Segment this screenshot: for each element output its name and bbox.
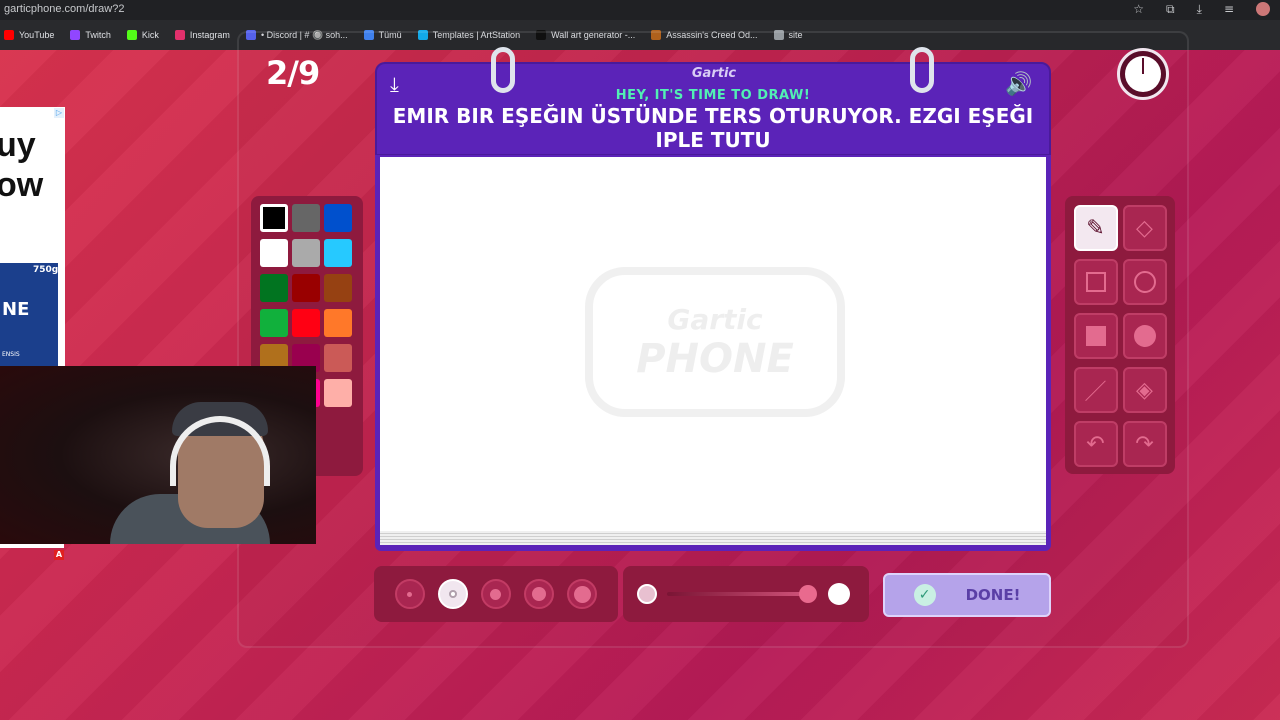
fill-bucket-icon: ◈ <box>1136 377 1153 403</box>
bookmark-label: Kick <box>141 30 159 40</box>
profile-avatar[interactable] <box>1256 2 1270 16</box>
draw-subtitle: HEY, IT'S TIME TO DRAW! <box>615 88 811 103</box>
watermark-top: Gartic <box>667 302 763 336</box>
drawing-prompt: EMIR BIR EŞEĞIN ÜSTÜNDE TERS OTURUYOR. E… <box>392 104 1034 152</box>
browser-toolbar-icons: ☆ ⧉ ⤓ ≡ <box>1133 2 1270 17</box>
ad-headline-line2: ow <box>0 166 44 204</box>
ellipse-filled-tool[interactable] <box>1122 313 1167 359</box>
extensions-icon[interactable]: ⧉ <box>1166 2 1175 17</box>
color-swatch[interactable] <box>324 309 352 337</box>
bookmark-label: Instagram <box>189 30 230 40</box>
done-button[interactable]: ✓ DONE! <box>883 573 1051 617</box>
url-text[interactable]: garticphone.com/draw?2 <box>4 3 124 15</box>
rectangle-outline-icon <box>1085 272 1106 292</box>
brush-size-dot-icon <box>407 591 413 597</box>
ad-headline: uy ow <box>0 125 43 205</box>
brush-size-dot-icon <box>448 590 457 598</box>
round-counter: 2/9 <box>266 54 320 92</box>
gartic-phone-watermark: Gartic PHONE <box>585 267 845 417</box>
pencil-icon: ✎ <box>1086 215 1105 241</box>
done-label: DONE! <box>965 586 1021 604</box>
advertisement[interactable]: uy ow 750g NE ENSIS <box>0 107 65 367</box>
color-swatch[interactable] <box>324 344 352 372</box>
canvas-pages-edge <box>380 531 1046 545</box>
ad-weight: 750g <box>33 265 59 275</box>
opacity-handle[interactable] <box>799 585 817 603</box>
color-swatch[interactable] <box>292 274 320 302</box>
binder-ring-right <box>910 47 934 93</box>
opacity-track[interactable] <box>667 592 807 596</box>
color-swatch[interactable] <box>324 274 352 302</box>
color-swatch[interactable] <box>324 379 352 407</box>
bookmark-favicon-icon <box>174 30 185 40</box>
brush-size-dot-icon <box>573 585 591 603</box>
bookmark-item[interactable]: YouTube <box>4 30 54 40</box>
eraser-tool[interactable]: ◇ <box>1122 205 1167 251</box>
rectangle-filled-icon <box>1085 326 1106 346</box>
ad-headline-line1: uy <box>0 126 36 164</box>
color-swatch[interactable] <box>324 204 352 232</box>
undo-icon: ↶ <box>1086 431 1105 457</box>
brush-size-button[interactable] <box>567 579 598 609</box>
canvas-frame: Gartic PHONE <box>375 155 1051 551</box>
redo-tool[interactable]: ↷ <box>1122 421 1167 467</box>
media-icon[interactable]: ≡ <box>1224 2 1234 17</box>
ad-choices-icon[interactable]: ▷ <box>54 108 64 118</box>
ellipse-filled-icon <box>1133 325 1156 347</box>
bookmark-item[interactable]: Kick <box>126 30 159 40</box>
watermark-bottom: PHONE <box>636 335 794 382</box>
opacity-max-icon <box>828 583 850 605</box>
color-swatch[interactable] <box>260 204 288 232</box>
webcam-bar <box>0 544 64 548</box>
color-swatch[interactable] <box>292 204 320 232</box>
color-swatch[interactable] <box>292 239 320 267</box>
check-icon: ✓ <box>913 584 936 606</box>
pencil-tool[interactable]: ✎ <box>1073 205 1118 251</box>
ellipse-outline-icon <box>1133 271 1156 293</box>
brush-size-button[interactable] <box>437 579 468 609</box>
eraser-icon: ◇ <box>1136 215 1153 241</box>
bookmark-favicon-icon <box>70 30 81 40</box>
bookmark-favicon-icon <box>126 30 137 40</box>
ellipse-outline-tool[interactable] <box>1122 259 1167 305</box>
color-swatch[interactable] <box>292 309 320 337</box>
bookmark-item[interactable]: Twitch <box>70 30 111 40</box>
undo-tool[interactable]: ↶ <box>1073 421 1118 467</box>
ad-brand: NE <box>2 299 30 320</box>
rectangle-filled-tool[interactable] <box>1073 313 1118 359</box>
fill-bucket-tool[interactable]: ◈ <box>1122 367 1167 413</box>
brush-size-button[interactable] <box>524 579 555 609</box>
drawing-canvas[interactable]: Gartic PHONE <box>380 157 1046 531</box>
opacity-slider[interactable] <box>623 566 869 622</box>
line-tool[interactable]: ／ <box>1073 367 1118 413</box>
rectangle-outline-tool[interactable] <box>1073 259 1118 305</box>
bookmark-label: YouTube <box>19 30 55 40</box>
color-swatch[interactable] <box>260 309 288 337</box>
opacity-min-icon <box>637 584 657 604</box>
color-swatch[interactable] <box>260 239 288 267</box>
browser-address-bar[interactable]: garticphone.com/draw?2 ☆ ⧉ ⤓ ≡ <box>0 0 1280 20</box>
binder-ring-left <box>491 47 515 93</box>
brush-size-selector <box>374 566 618 622</box>
brush-size-button[interactable] <box>394 579 425 609</box>
bookmark-item[interactable]: Instagram <box>174 30 230 40</box>
line-icon: ／ <box>1084 380 1107 405</box>
brush-size-dot-icon <box>490 588 502 600</box>
brush-size-button[interactable] <box>480 579 511 609</box>
timer-face <box>1125 56 1161 92</box>
bookmark-favicon-icon <box>4 30 14 40</box>
brush-size-dot-icon <box>532 587 547 601</box>
ad-subtitle: ENSIS <box>2 351 20 358</box>
timer-icon <box>1117 48 1169 100</box>
bookmark-star-icon[interactable]: ☆ <box>1133 2 1144 17</box>
color-swatch[interactable] <box>324 239 352 267</box>
redo-icon: ↷ <box>1135 431 1154 457</box>
bookmark-label: Twitch <box>85 30 111 40</box>
downloads-icon[interactable]: ⤓ <box>1197 2 1202 17</box>
webcam-overlay <box>0 366 316 544</box>
gartic-logo: Gartic <box>691 66 737 81</box>
tool-panel: ✎ ◇ ／ ◈ ↶ ↷ <box>1065 196 1175 474</box>
ad-badge-a: A <box>54 550 64 560</box>
color-swatch[interactable] <box>260 274 288 302</box>
